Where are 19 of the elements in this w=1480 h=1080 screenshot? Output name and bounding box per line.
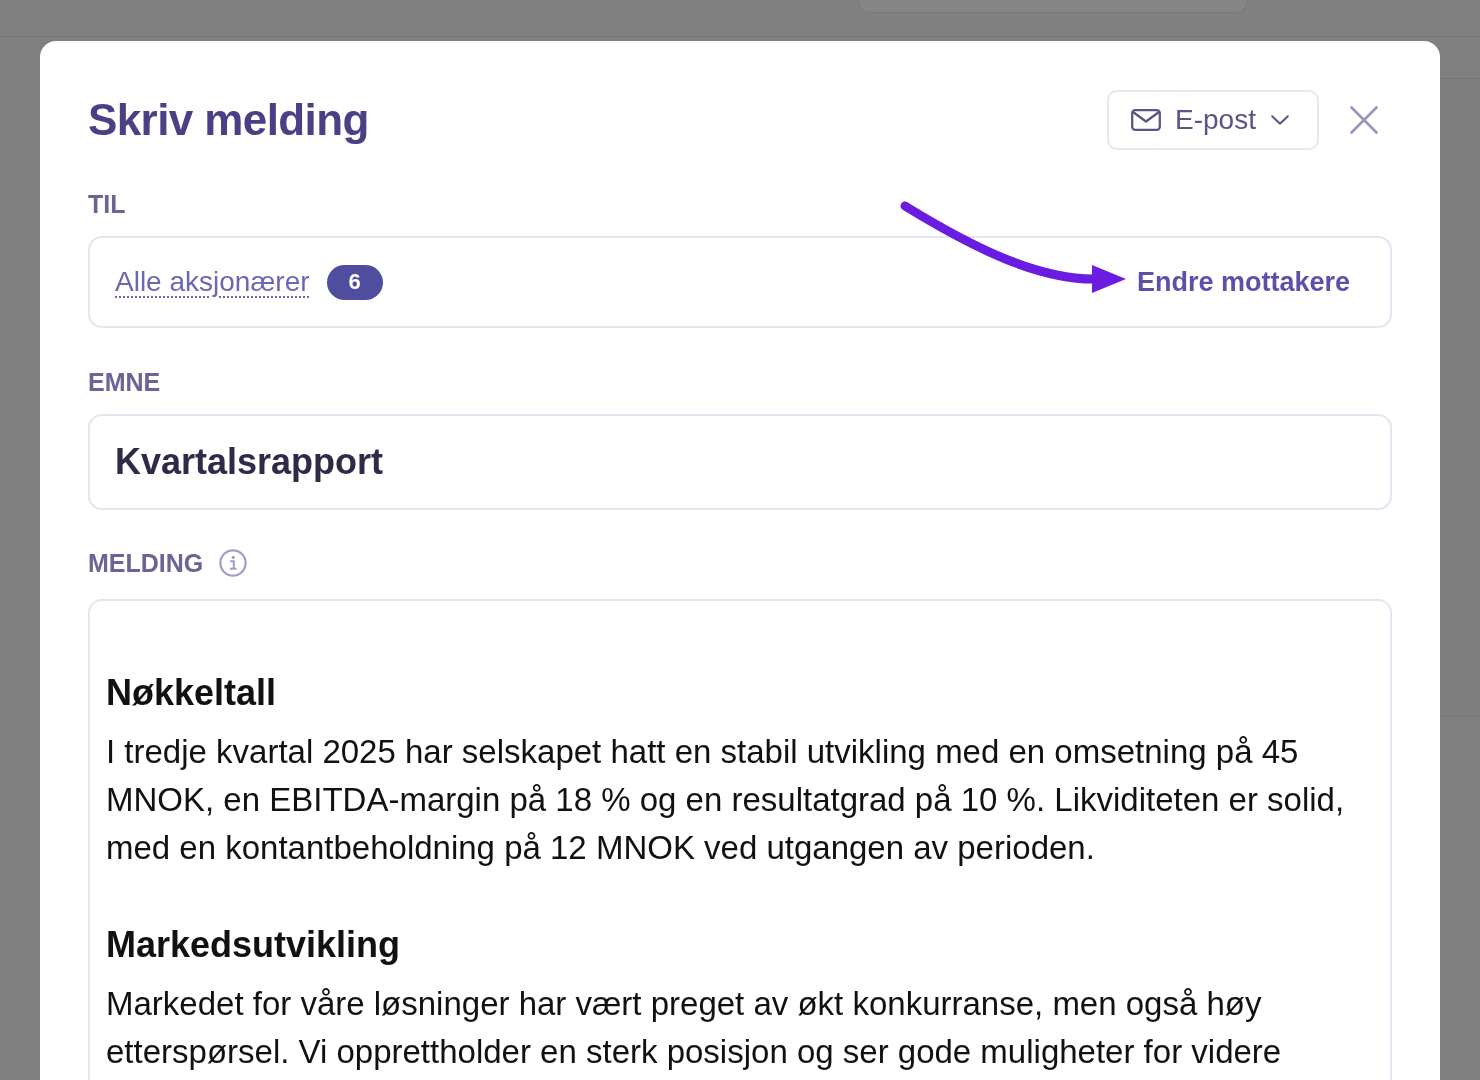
field-label: MELDING [88, 550, 204, 576]
count-badge: 6 [326, 264, 383, 300]
info-icon[interactable] [219, 549, 248, 577]
subject-field[interactable]: Kvartalsrapport [88, 414, 1392, 510]
field-label: EMNE [88, 369, 161, 395]
message-paragraph: Markedet for våre løsninger har vært preget av økt konkurranse, men også høy etterspørsel. Vi opprettholder en sterk posisjon og ser gode muligheter for videre [106, 984, 1283, 1072]
dialog-title: Skriv melding [88, 94, 369, 146]
message-heading: Nøkkeltall [106, 671, 278, 715]
message-editor[interactable] [88, 599, 1392, 1080]
field-label: TIL [88, 191, 126, 217]
envelope-icon [1131, 109, 1161, 131]
change-recipients-link[interactable]: Endre mottakere [1136, 266, 1350, 298]
message-paragraph: I tredje kvartal 2025 har selskapet hatt en stabil utvikling med en omsetning på 45 MNOK, en EBITDA-margin på 18 % og en resultatgrad på 10 %. Likviditeten er solid, med en kontantbeholdning på 12 MNOK ved utgangen av perioden. [106, 732, 1346, 868]
message-heading: Markedsutvikling [106, 923, 402, 967]
chevron-down-icon [1270, 115, 1289, 125]
channel-dropdown[interactable]: E-post [1107, 90, 1319, 150]
recipients-link[interactable]: Alle aksjonærer [115, 266, 310, 298]
close-icon [1350, 106, 1378, 134]
recipients-field[interactable]: Alle aksjonærer 6 Endre mottakere [88, 236, 1392, 328]
